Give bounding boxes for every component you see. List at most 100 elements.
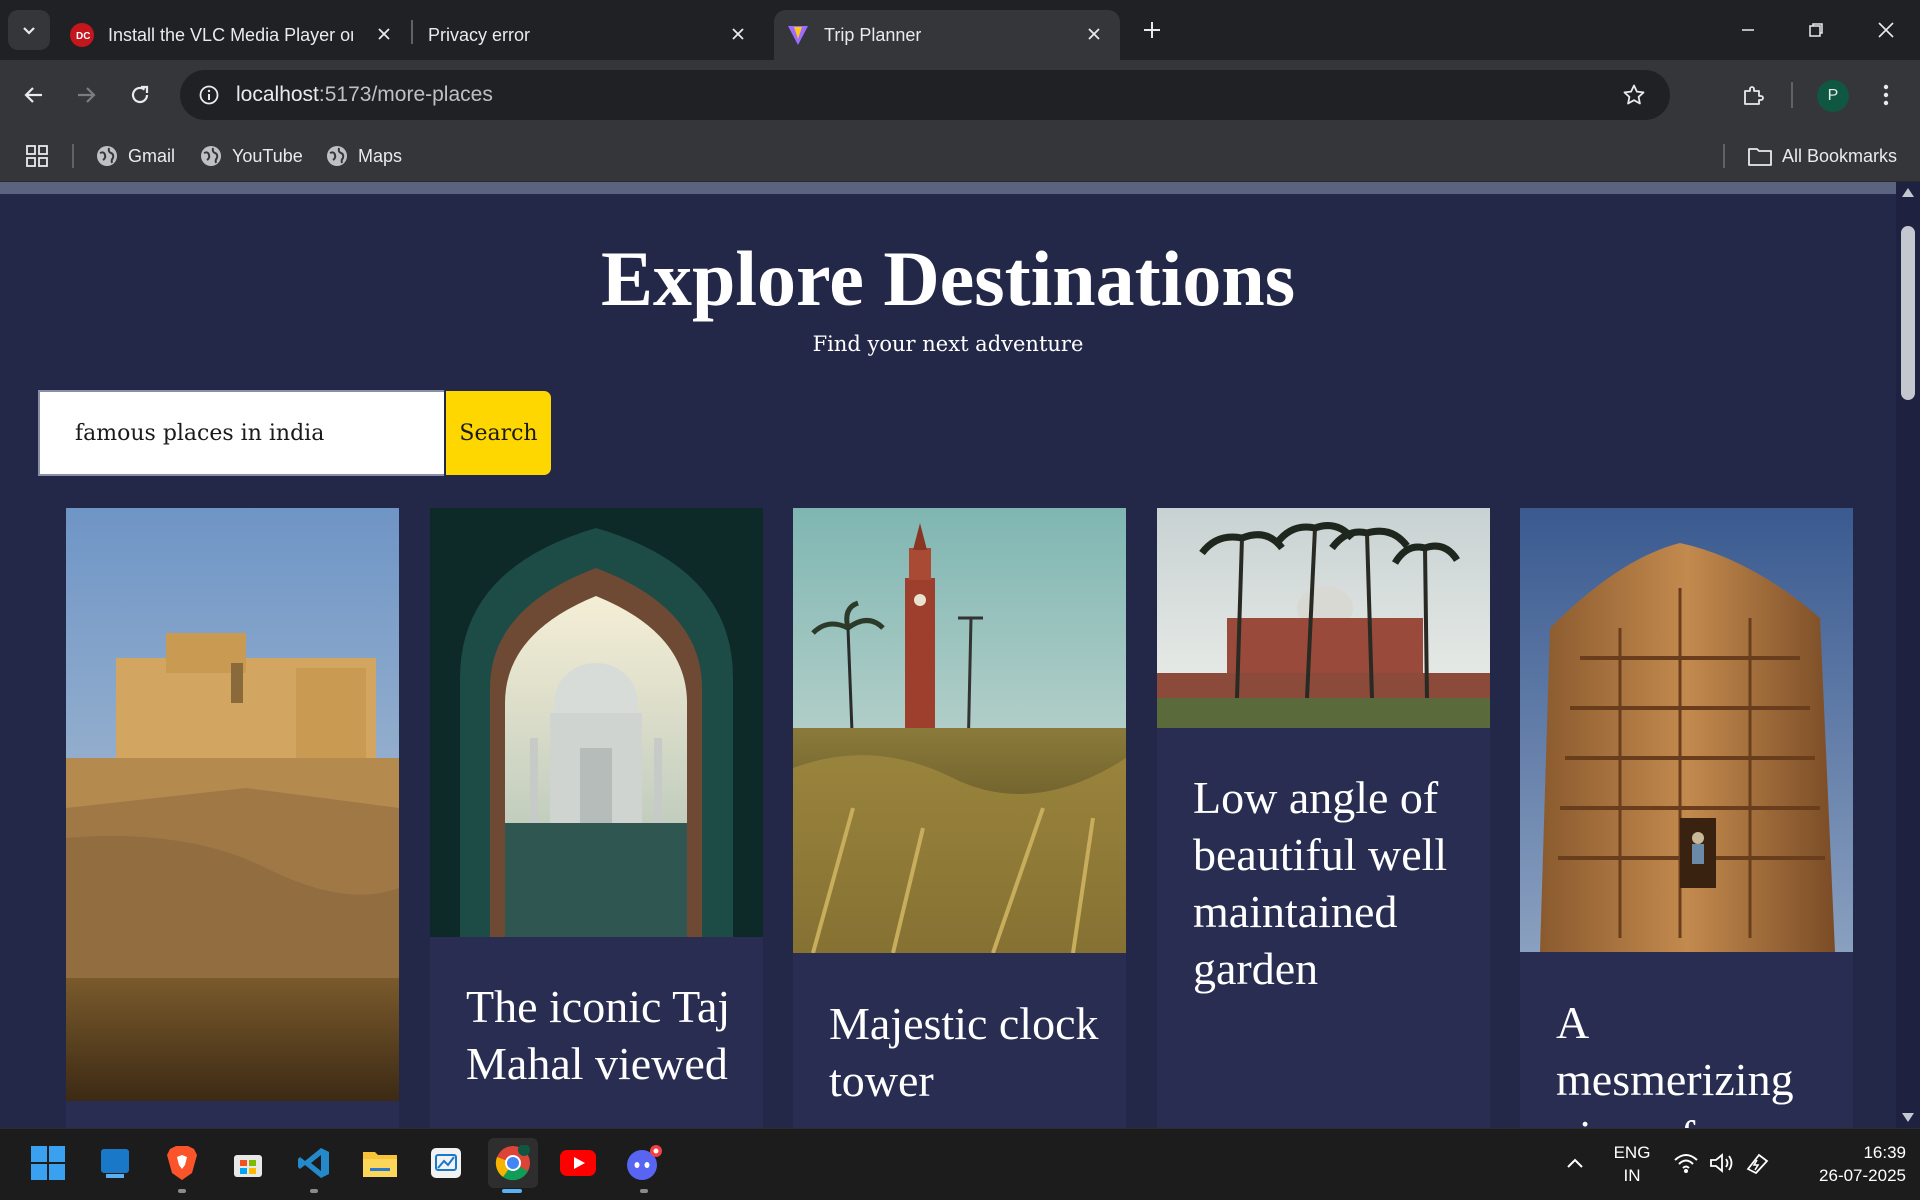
battery-icon[interactable] bbox=[1738, 1141, 1778, 1185]
address-bar[interactable]: localhost:5173/more-places bbox=[180, 70, 1670, 120]
discord-icon[interactable] bbox=[622, 1141, 666, 1185]
app-icon[interactable] bbox=[424, 1141, 468, 1185]
language-code: ENG bbox=[1613, 1143, 1651, 1162]
extensions-button[interactable] bbox=[1731, 73, 1775, 117]
tab-trip-planner[interactable]: Trip Planner bbox=[774, 10, 1120, 60]
bookmark-label: Gmail bbox=[128, 145, 176, 166]
vite-logo-icon bbox=[786, 23, 810, 47]
clock[interactable]: 16:39 26-07-2025 bbox=[1790, 1143, 1906, 1186]
vlc-install-site-icon: DC bbox=[70, 23, 94, 47]
bookmark-divider bbox=[1723, 144, 1725, 168]
card-caption: A mesmerizing view of a bbox=[1556, 997, 1794, 1128]
header-strip bbox=[0, 182, 1896, 194]
close-icon[interactable] bbox=[1082, 22, 1106, 46]
tab-divider bbox=[411, 20, 413, 44]
url-path: :5173/more-places bbox=[318, 83, 493, 106]
chevron-down-icon bbox=[23, 27, 35, 35]
destination-card[interactable]: Low angle of beautiful well maintained g… bbox=[1157, 508, 1490, 1128]
bookmarks-bar: Gmail YouTube Maps All Bookmarks bbox=[0, 130, 1920, 182]
apps-button[interactable] bbox=[26, 140, 48, 172]
reload-icon bbox=[131, 85, 149, 104]
arrow-right-icon bbox=[78, 87, 96, 103]
clock-tower-photo bbox=[793, 508, 1126, 953]
scroll-thumb[interactable] bbox=[1901, 226, 1915, 400]
site-info-icon[interactable] bbox=[194, 80, 224, 110]
plus-icon bbox=[1144, 22, 1160, 38]
page-scrollbar[interactable] bbox=[1896, 182, 1920, 1128]
widgets-icon[interactable] bbox=[93, 1141, 137, 1185]
store-icon[interactable] bbox=[226, 1141, 270, 1185]
restore-button[interactable] bbox=[1792, 8, 1840, 52]
app-indicator bbox=[178, 1189, 186, 1193]
forward-button[interactable] bbox=[64, 73, 108, 117]
puzzle-icon bbox=[1744, 86, 1764, 105]
destination-card[interactable]: A mesmerizing view of a bbox=[1520, 508, 1853, 1128]
arrow-left-icon bbox=[24, 87, 42, 103]
page-title: Explore Destinations bbox=[600, 235, 1296, 322]
toolbar-divider bbox=[1791, 82, 1793, 108]
minimize-icon bbox=[1742, 29, 1754, 31]
card-caption: Low angle of beautiful well maintained g… bbox=[1193, 772, 1448, 994]
bookmark-youtube[interactable]: YouTube bbox=[200, 140, 303, 172]
new-tab-button[interactable] bbox=[1136, 12, 1168, 48]
close-icon[interactable] bbox=[726, 22, 750, 46]
chrome-icon[interactable] bbox=[488, 1138, 538, 1188]
kebab-menu-icon bbox=[1883, 84, 1889, 106]
youtube-icon[interactable] bbox=[556, 1141, 600, 1185]
scroll-down-arrow-icon[interactable] bbox=[1902, 1113, 1914, 1122]
close-icon bbox=[1878, 22, 1894, 38]
bookmark-maps[interactable]: Maps bbox=[326, 140, 402, 172]
clock-date: 26-07-2025 bbox=[1819, 1166, 1906, 1185]
page-subtitle: Find your next adventure bbox=[812, 332, 1084, 356]
tab-privacy-error[interactable]: Privacy error bbox=[414, 10, 764, 60]
back-button[interactable] bbox=[12, 73, 56, 117]
close-icon[interactable] bbox=[372, 22, 396, 46]
language-indicator[interactable]: ENG IN bbox=[1604, 1143, 1660, 1186]
app-indicator bbox=[310, 1189, 318, 1193]
tab-title: Trip Planner bbox=[824, 24, 922, 45]
url-host: localhost bbox=[236, 83, 319, 106]
folder-icon bbox=[1748, 146, 1772, 166]
search-input[interactable] bbox=[38, 390, 444, 476]
amber-fort-photo bbox=[66, 508, 399, 1101]
page-viewport: Explore Destinations Find your next adve… bbox=[0, 182, 1920, 1128]
tab-search-button[interactable] bbox=[8, 10, 50, 50]
app-indicator-active bbox=[502, 1189, 522, 1193]
tab-strip: DC Install the VLC Media Player on Priva… bbox=[0, 0, 1920, 60]
all-bookmarks-label: All Bookmarks bbox=[1782, 145, 1898, 166]
apps-grid-icon bbox=[26, 145, 48, 167]
vscode-icon[interactable] bbox=[292, 1141, 336, 1185]
destination-card[interactable] bbox=[66, 508, 399, 1128]
menu-button[interactable] bbox=[1864, 73, 1908, 117]
windows-start-icon[interactable] bbox=[26, 1141, 70, 1185]
reload-button[interactable] bbox=[118, 73, 162, 117]
stone-temple-photo bbox=[1520, 508, 1853, 952]
search-button[interactable]: Search bbox=[446, 391, 551, 475]
bookmark-star-button[interactable] bbox=[1620, 81, 1648, 109]
restore-icon bbox=[1809, 23, 1823, 37]
wifi-icon[interactable] bbox=[1666, 1141, 1706, 1185]
taj-mahal-arch-photo bbox=[430, 508, 763, 937]
destination-card[interactable]: The iconic Taj Mahal viewed bbox=[430, 508, 763, 1128]
tab-title: Privacy error bbox=[428, 24, 531, 45]
all-bookmarks-button[interactable]: All Bookmarks bbox=[1748, 140, 1897, 172]
show-hidden-icons-chevron-icon[interactable] bbox=[1553, 1141, 1597, 1185]
file-explorer-icon[interactable] bbox=[358, 1141, 402, 1185]
url-text: localhost:5173/more-places bbox=[236, 83, 493, 107]
tab-vlc[interactable]: DC Install the VLC Media Player on bbox=[70, 10, 410, 60]
brave-icon[interactable] bbox=[160, 1141, 204, 1185]
card-caption: The iconic Taj Mahal viewed bbox=[466, 981, 731, 1089]
close-window-button[interactable] bbox=[1862, 8, 1910, 52]
scroll-up-arrow-icon[interactable] bbox=[1902, 188, 1914, 197]
bookmark-gmail[interactable]: Gmail bbox=[96, 140, 175, 172]
app-indicator bbox=[640, 1189, 648, 1193]
card-caption: Majestic clock tower bbox=[829, 998, 1099, 1106]
bookmark-label: Maps bbox=[358, 145, 403, 166]
star-icon bbox=[1623, 84, 1645, 105]
profile-avatar[interactable]: P bbox=[1817, 80, 1849, 112]
browser-toolbar: localhost:5173/more-places P bbox=[0, 60, 1920, 130]
minimize-button[interactable] bbox=[1724, 8, 1772, 52]
destination-card[interactable]: Majestic clock tower bbox=[793, 508, 1126, 1128]
volume-icon[interactable] bbox=[1702, 1141, 1742, 1185]
region-code: IN bbox=[1623, 1166, 1641, 1185]
